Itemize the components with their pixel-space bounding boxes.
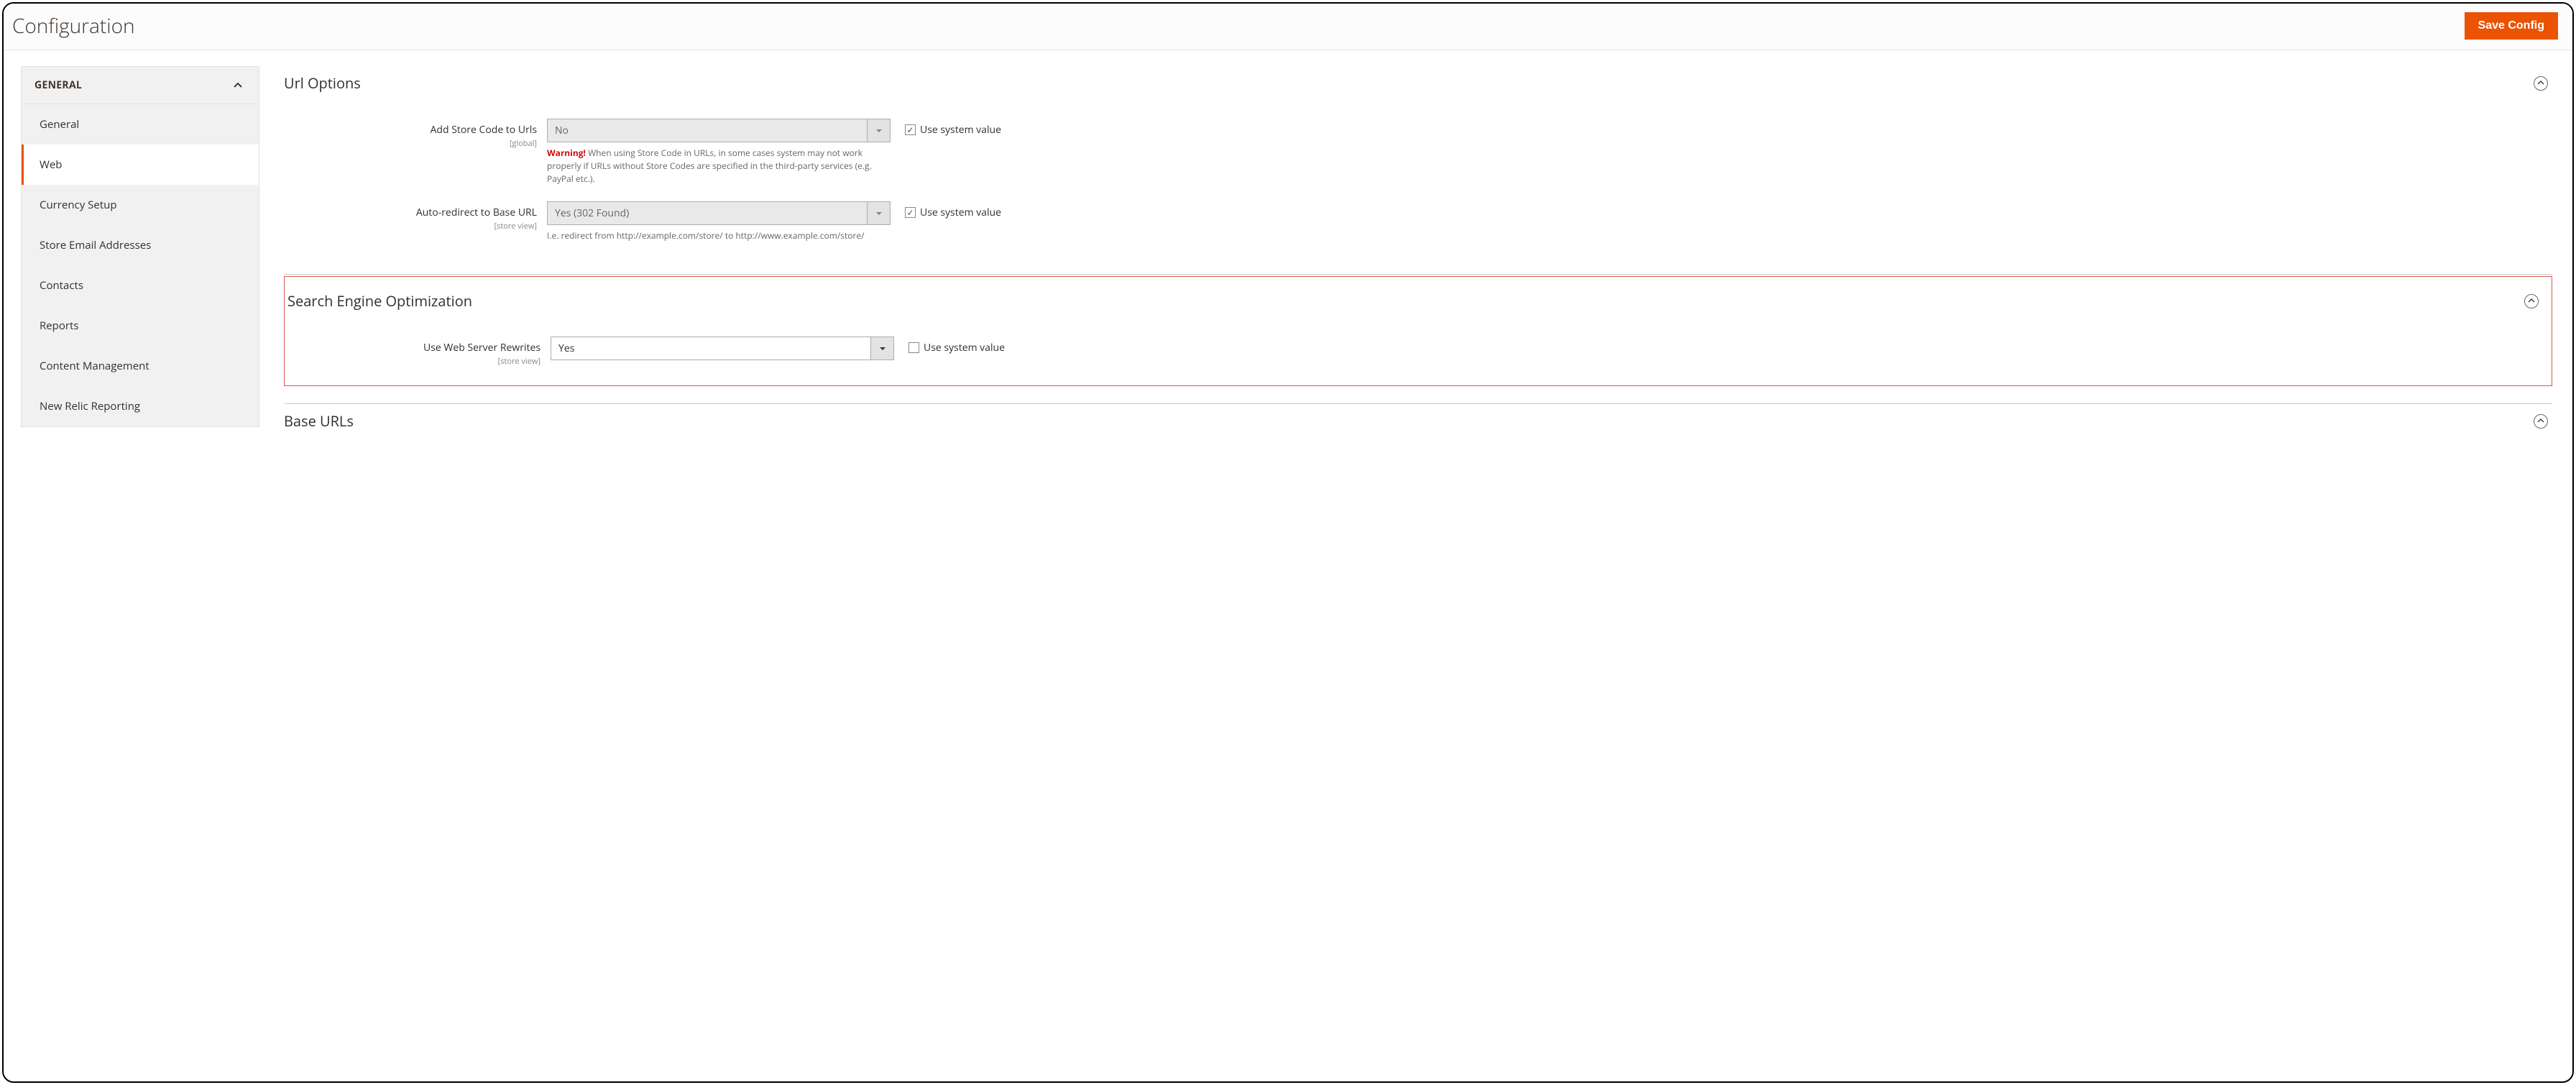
sidebar-item-web[interactable]: Web [22,145,259,185]
sidebar-group-general[interactable]: GENERAL [22,67,259,104]
checkbox-checked-icon[interactable] [905,124,916,135]
section-seo: Search Engine Optimization Use Web Serve… [284,276,2552,386]
store-code-use-system[interactable]: Use system value [905,119,1001,137]
auto-redirect-use-system[interactable]: Use system value [905,201,1001,219]
caret-down-icon [870,337,893,360]
field-label: Auto-redirect to Base URL [store view] [284,201,547,232]
section-title: Search Engine Optimization [288,291,472,311]
caret-down-icon [867,202,890,224]
main-content: Url Options Add Store Code to Urls [glob… [259,50,2572,1082]
sidebar-item-reports[interactable]: Reports [22,306,259,346]
collapse-icon [2524,294,2539,308]
section-base-urls: Base URLs [284,404,2552,438]
section-title: Base URLs [284,411,354,431]
sidebar-item-store-email[interactable]: Store Email Addresses [22,225,259,265]
rewrites-select[interactable]: Yes [551,337,894,360]
page-header: Configuration Save Config [4,4,2572,50]
auto-redirect-hint: I.e. redirect from http://example.com/st… [547,229,891,242]
checkbox-checked-icon[interactable] [905,207,916,218]
sidebar-item-currency-setup[interactable]: Currency Setup [22,185,259,225]
sidebar-item-contacts[interactable]: Contacts [22,265,259,306]
field-add-store-code: Add Store Code to Urls [global] No [284,119,2552,186]
caret-down-icon [867,119,890,142]
section-header-url-options[interactable]: Url Options [284,66,2552,100]
sidebar-item-general[interactable]: General [22,104,259,145]
store-code-hint: Warning! When using Store Code in URLs, … [547,147,891,186]
field-auto-redirect: Auto-redirect to Base URL [store view] Y… [284,201,2552,242]
section-header-base-urls[interactable]: Base URLs [284,404,2552,438]
rewrites-use-system[interactable]: Use system value [908,337,1005,354]
collapse-icon [2534,414,2548,429]
sidebar-item-new-relic[interactable]: New Relic Reporting [22,386,259,426]
field-web-server-rewrites: Use Web Server Rewrites [store view] Yes [288,337,2543,367]
section-title: Url Options [284,73,361,93]
chevron-up-icon [233,81,243,91]
sidebar-item-content-mgmt[interactable]: Content Management [22,346,259,386]
sidebar-group-label: GENERAL [34,78,82,92]
page-title: Configuration [12,12,135,40]
section-header-seo[interactable]: Search Engine Optimization [288,284,2543,318]
save-config-button[interactable]: Save Config [2465,12,2558,40]
checkbox-icon[interactable] [908,342,919,353]
section-url-options: Url Options Add Store Code to Urls [glob… [284,66,2552,275]
field-label: Use Web Server Rewrites [store view] [288,337,551,367]
field-label: Add Store Code to Urls [global] [284,119,547,149]
sidebar: GENERAL General Web Currency Setup Store… [4,50,259,1082]
collapse-icon [2534,76,2548,91]
auto-redirect-select: Yes (302 Found) [547,201,891,225]
store-code-select: No [547,119,891,142]
